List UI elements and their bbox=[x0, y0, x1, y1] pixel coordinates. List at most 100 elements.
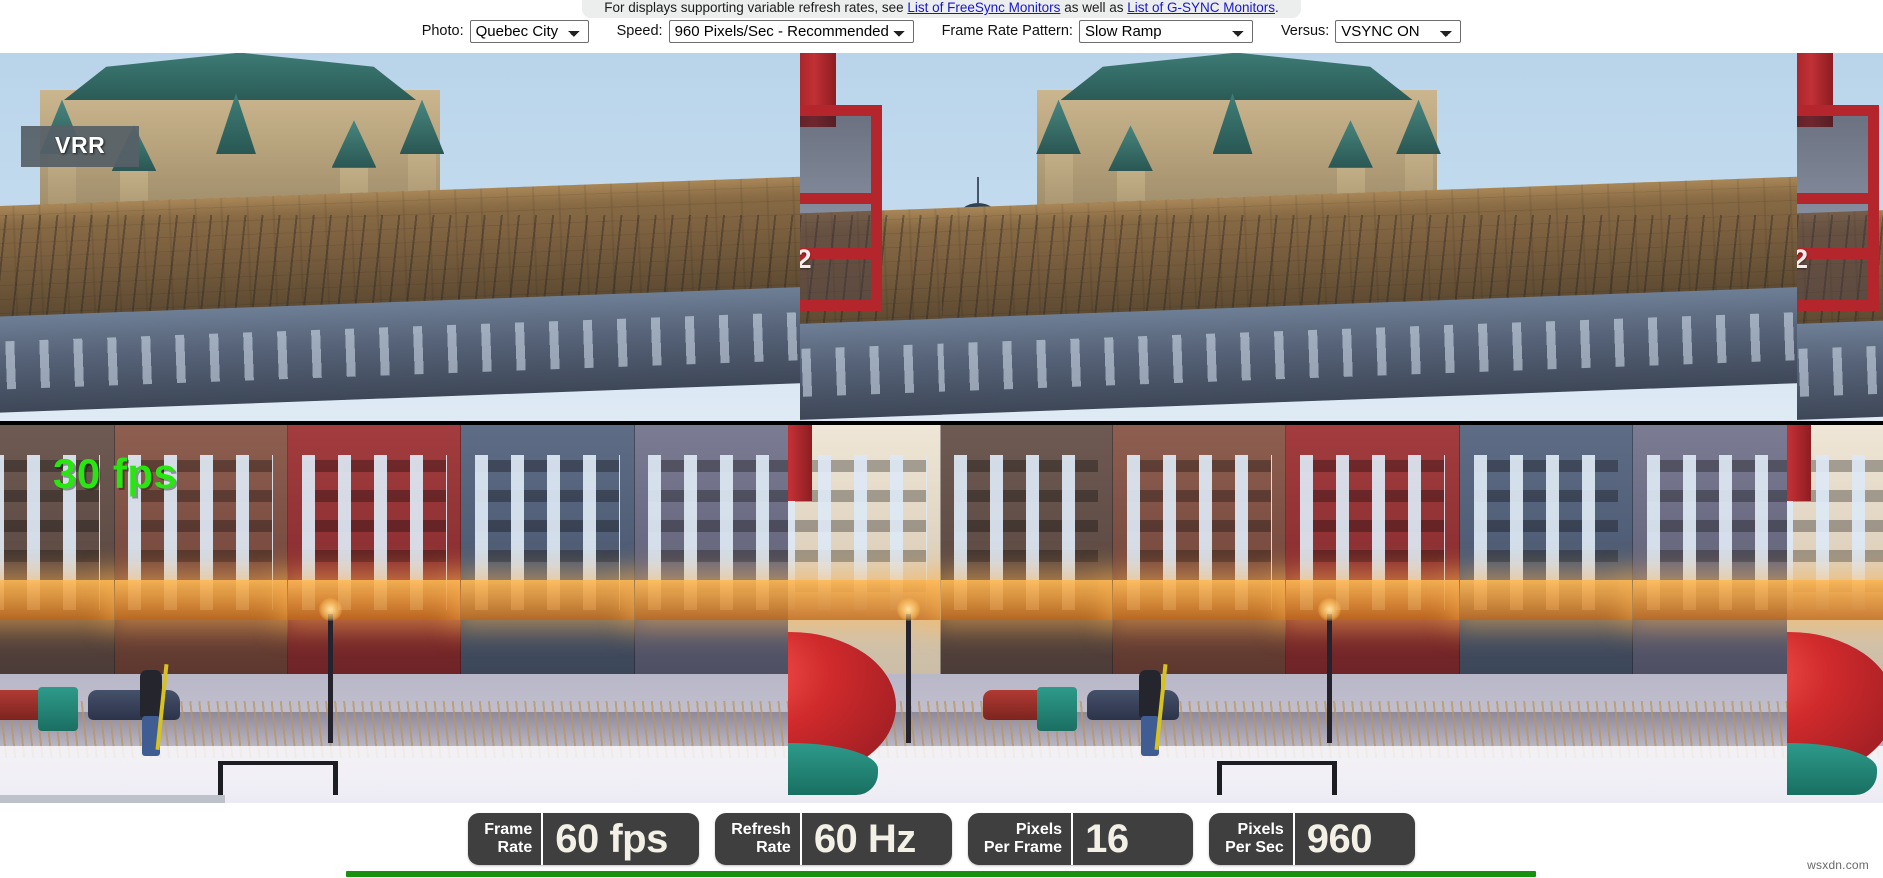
vsync-upper-band: Q-52 bbox=[942, 53, 1883, 421]
vrr-badge: VRR bbox=[21, 126, 139, 167]
vrr-upper-band: Q-52 bbox=[0, 53, 942, 421]
pixels-per-sec-stat-value: 960 bbox=[1295, 813, 1415, 865]
building bbox=[1633, 425, 1786, 674]
photo-scene: Q-52 bbox=[1797, 53, 1883, 421]
buoy-marker bbox=[1787, 425, 1877, 803]
tear-line bbox=[0, 421, 942, 425]
railing bbox=[218, 761, 338, 765]
frame-rate-stat-value: 60 fps bbox=[543, 813, 699, 865]
pixels-per-frame-key-line2: Per Frame bbox=[984, 839, 1062, 857]
pixels-per-sec-key-line2: Per Sec bbox=[1225, 839, 1284, 857]
notice-prefix: For displays supporting variable refresh… bbox=[604, 0, 907, 15]
shop-lights bbox=[0, 580, 114, 620]
castle-spire bbox=[1213, 93, 1253, 154]
buoy-marker: Q-52 bbox=[1797, 53, 1883, 421]
frame-rate-pattern-control-group: Frame Rate Pattern: Slow Ramp bbox=[942, 20, 1253, 43]
frame-rate-key-line1: Frame bbox=[484, 821, 532, 839]
photo-scene: Q-52 bbox=[942, 53, 1797, 421]
gsync-monitors-link[interactable]: List of G-SYNC Monitors bbox=[1127, 0, 1275, 15]
buoy-post bbox=[1787, 425, 1811, 501]
frame-rate-stat: Frame Rate 60 fps bbox=[468, 813, 699, 865]
street-lamp bbox=[1327, 614, 1332, 743]
vrr-upper-strip: Q-52 bbox=[0, 53, 942, 421]
photo-scene bbox=[942, 425, 1787, 803]
building bbox=[942, 425, 1114, 674]
frame-rate-pattern-label: Frame Rate Pattern: bbox=[942, 23, 1073, 39]
pedestrian bbox=[140, 670, 162, 754]
buoy-tag: Q-52 bbox=[800, 244, 812, 275]
pixels-per-sec-stat-key: Pixels Per Sec bbox=[1209, 813, 1295, 865]
vsync-panel[interactable]: Q-52 bbox=[942, 53, 1883, 803]
shop-lights bbox=[1286, 580, 1458, 620]
photo-select[interactable]: Quebec City bbox=[470, 20, 589, 43]
refresh-rate-stat: Refresh Rate 60 Hz bbox=[715, 813, 952, 865]
pixels-per-frame-stat-key: Pixels Per Frame bbox=[968, 813, 1073, 865]
photo-scene bbox=[1787, 425, 1883, 803]
fps-label: 30 fps bbox=[53, 450, 177, 498]
pixels-per-sec-stat: Pixels Per Sec 960 bbox=[1209, 813, 1415, 865]
progress-bar bbox=[346, 871, 1536, 877]
castle-spire bbox=[216, 93, 256, 154]
buoy-cage bbox=[1797, 105, 1879, 311]
parked-car bbox=[1087, 690, 1179, 720]
shop-lights bbox=[942, 580, 1113, 620]
shop-lights bbox=[1113, 580, 1285, 620]
speed-label: Speed: bbox=[617, 23, 663, 39]
refresh-rate-key-line1: Refresh bbox=[731, 821, 791, 839]
vrr-comparison-page: For displays supporting variable refresh… bbox=[0, 0, 1883, 878]
notice-text: For displays supporting variable refresh… bbox=[582, 0, 1301, 18]
building bbox=[1286, 425, 1459, 674]
shop-lights bbox=[461, 580, 633, 620]
notice-bar: For displays supporting variable refresh… bbox=[0, 0, 1883, 17]
pedestrian-torso bbox=[1139, 670, 1161, 718]
pixels-per-frame-stat-value: 16 bbox=[1073, 813, 1193, 865]
controls-bar: Photo: Quebec City Speed: 960 Pixels/Sec… bbox=[0, 17, 1883, 45]
vsync-upper-strip: Q-52 bbox=[942, 53, 1883, 421]
frame-rate-stat-key: Frame Rate bbox=[468, 813, 543, 865]
building bbox=[461, 425, 634, 674]
buoy-marker bbox=[788, 425, 878, 803]
photo-scene bbox=[788, 425, 942, 803]
vsync-lower-strip bbox=[942, 425, 1883, 803]
pixels-per-sec-key-line1: Pixels bbox=[1238, 821, 1284, 839]
trash-bin bbox=[38, 687, 78, 731]
versus-select[interactable]: VSYNC ON bbox=[1335, 20, 1461, 43]
shop-lights bbox=[635, 580, 788, 620]
building bbox=[1113, 425, 1286, 674]
street-lamp bbox=[906, 614, 911, 743]
building bbox=[1460, 425, 1633, 674]
photo-label: Photo: bbox=[422, 23, 464, 39]
shop-lights bbox=[115, 580, 287, 620]
vsync-lower-band bbox=[942, 425, 1883, 803]
buoy-post bbox=[788, 425, 812, 501]
watermark: wsxdn.com bbox=[1807, 858, 1869, 872]
refresh-rate-key-line2: Rate bbox=[756, 839, 791, 857]
snow bbox=[942, 746, 1787, 803]
frame-rate-pattern-select[interactable]: Slow Ramp bbox=[1079, 20, 1253, 43]
building bbox=[635, 425, 788, 674]
notice-suffix: . bbox=[1275, 0, 1279, 15]
shop-lights bbox=[1633, 580, 1786, 620]
vrr-panel[interactable]: Q-52 bbox=[0, 53, 942, 803]
speed-control-group: Speed: 960 Pixels/Sec - Recommended bbox=[617, 20, 914, 43]
refresh-rate-stat-key: Refresh Rate bbox=[715, 813, 802, 865]
vsync-badge: VSYNC ON bbox=[0, 795, 225, 803]
tear-line bbox=[942, 421, 1883, 425]
photo-scene: Q-52 bbox=[800, 53, 942, 421]
versus-control-group: Versus: VSYNC ON bbox=[1281, 20, 1461, 43]
street-buildings bbox=[942, 425, 1787, 674]
comparison-stage[interactable]: Q-52 bbox=[0, 53, 1883, 803]
buoy-tag: Q-52 bbox=[1797, 244, 1809, 275]
refresh-rate-stat-value: 60 Hz bbox=[802, 813, 952, 865]
building bbox=[288, 425, 461, 674]
freesync-monitors-link[interactable]: List of FreeSync Monitors bbox=[907, 0, 1060, 15]
railing bbox=[1217, 761, 1337, 765]
trash-bin bbox=[1037, 687, 1077, 731]
shop-lights bbox=[1460, 580, 1632, 620]
parked-car bbox=[88, 690, 180, 720]
photo-scene: Q-52 bbox=[0, 53, 800, 421]
speed-select[interactable]: 960 Pixels/Sec - Recommended bbox=[669, 20, 914, 43]
photo-control-group: Photo: Quebec City bbox=[422, 20, 589, 43]
frame-rate-key-line2: Rate bbox=[498, 839, 533, 857]
versus-label: Versus: bbox=[1281, 23, 1329, 39]
